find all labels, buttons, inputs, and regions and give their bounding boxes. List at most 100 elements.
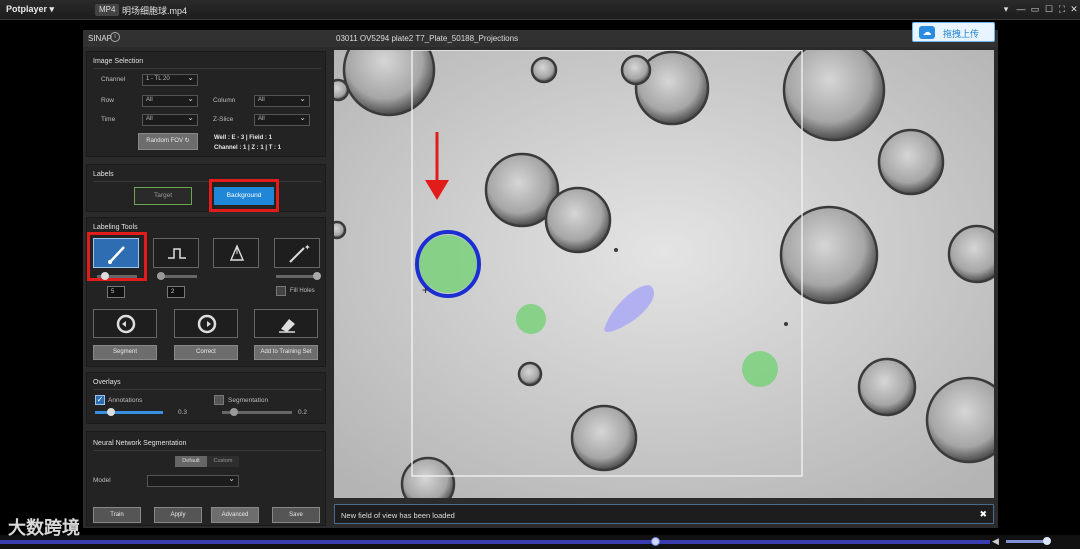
eraser-icon <box>279 319 295 333</box>
train-button[interactable]: Train <box>93 507 141 523</box>
player-file-name: 明场细胞球.mp4 <box>122 6 188 16</box>
add-to-training-button[interactable]: Add to Training Set <box>254 345 318 360</box>
segmentation-knob[interactable] <box>230 408 238 416</box>
segment-button[interactable]: Segment <box>93 345 157 360</box>
fullscreen-icon[interactable]: ⛶ <box>1056 3 1068 15</box>
volume-slider[interactable] <box>1006 540 1046 543</box>
seek-track[interactable] <box>0 540 990 544</box>
random-fov-button[interactable]: Random FOV ↻ <box>138 133 198 150</box>
magic-wand-button[interactable]: ✦ <box>274 238 320 268</box>
annotations-knob[interactable] <box>107 408 115 416</box>
player-title-bar: Potplayer ▾ MP4 明场细胞球.mp4 ▾ — ▭ ☐ ⛶ ✕ <box>0 0 1080 20</box>
wand-knob[interactable] <box>313 272 321 280</box>
info-icon[interactable]: i <box>110 32 120 42</box>
app-title-bar: SINAP i 03011 OV5294 plate2 T7_Plate_501… <box>83 30 998 47</box>
nn-panel: Neural Network Segmentation Default Cust… <box>86 431 326 526</box>
segmentation-checkbox[interactable] <box>214 395 224 405</box>
seek-knob[interactable] <box>651 537 660 546</box>
status-bar: New field of view has been loaded ✖ <box>334 504 994 524</box>
upload-label: 拖拽上传 <box>943 29 980 39</box>
annotations-label: Annotations <box>108 397 143 404</box>
fill-holes-checkbox[interactable] <box>276 286 286 296</box>
model-label: Model <box>93 477 111 484</box>
app-name: SINAP <box>88 34 113 43</box>
step-signal-icon <box>168 248 186 259</box>
save-button[interactable]: Save <box>272 507 320 523</box>
cloud-icon: ☁ <box>919 26 935 39</box>
microscopy-image[interactable]: + <box>334 50 994 498</box>
overlays-panel: Overlays ✓ Annotations 0.3 Segmentation … <box>86 372 326 424</box>
polygon-tool-button[interactable] <box>213 238 259 268</box>
background-button[interactable]: Background <box>214 187 274 205</box>
panel-title: Neural Network Segmentation <box>93 440 187 447</box>
panel-title: Labels <box>93 171 114 178</box>
upload-button[interactable]: ☁ 拖拽上传 <box>912 22 995 42</box>
eraser-button[interactable] <box>254 309 318 338</box>
brush-size-knob[interactable] <box>101 272 109 280</box>
apply-button[interactable]: Apply <box>154 507 202 523</box>
tab-custom[interactable]: Custom <box>207 456 239 467</box>
row-select[interactable]: All <box>142 94 198 107</box>
tab-default[interactable]: Default <box>175 456 207 467</box>
erase-size-knob[interactable] <box>157 272 165 280</box>
maximize-icon[interactable]: ☐ <box>1043 3 1055 15</box>
fill-holes-label: Fill Holes <box>290 288 315 294</box>
panel-title: Image Selection <box>93 58 144 65</box>
labels-panel: Labels Target Background <box>86 164 326 212</box>
player-seekbar[interactable]: ◀ <box>0 535 1080 549</box>
column-select[interactable]: All <box>254 94 310 107</box>
brush-size-input[interactable]: 5 <box>107 286 125 298</box>
undo-icon <box>116 314 136 334</box>
advanced-button[interactable]: Advanced <box>211 507 259 523</box>
erase-size-input[interactable]: 2 <box>167 286 185 298</box>
labeling-tools-panel: Labeling Tools ✦ 5 2 Fill Holes Segment … <box>86 217 326 367</box>
divider <box>93 181 321 182</box>
svg-text:+: + <box>422 283 429 297</box>
redo-icon <box>197 314 217 334</box>
redo-button[interactable] <box>174 309 238 338</box>
random-fov-label: Random FOV <box>146 138 183 144</box>
wand-slider[interactable] <box>276 275 316 278</box>
column-label: Column <box>213 97 236 104</box>
channel-select[interactable]: 1 - TL 20 <box>142 73 198 86</box>
channel-info: Channel : 1 | Z : 1 | T : 1 <box>214 145 282 151</box>
undo-button[interactable] <box>93 309 157 338</box>
panel-title: Overlays <box>93 379 121 386</box>
minimize-icon[interactable]: — <box>1015 3 1027 15</box>
magic-wand-icon: ✦ <box>289 243 311 263</box>
brush-tool-button[interactable] <box>93 238 139 268</box>
image-viewer[interactable]: + <box>334 50 994 498</box>
compact-icon[interactable]: ▭ <box>1029 3 1041 15</box>
target-button[interactable]: Target <box>134 187 192 205</box>
watermark: 大数跨境 <box>8 518 80 538</box>
player-menu-button[interactable]: Potplayer ▾ <box>6 4 54 15</box>
segmentation-label: Segmentation <box>228 397 269 404</box>
threshold-tool-button[interactable] <box>153 238 199 268</box>
refresh-icon: ↻ <box>184 138 190 144</box>
status-message: New field of view has been loaded <box>341 511 455 520</box>
channel-label: Channel <box>101 76 126 83</box>
zslice-label: Z-Slice <box>213 116 234 123</box>
time-select[interactable]: All <box>142 113 198 126</box>
speaker-icon[interactable]: ◀ <box>992 536 999 547</box>
image-selection-panel: Image Selection Channel 1 - TL 20 Row Al… <box>86 51 326 157</box>
divider <box>93 450 321 451</box>
image-file-title: 03011 OV5294 plate2 T7_Plate_50188_Proje… <box>336 34 519 43</box>
svg-text:✦: ✦ <box>304 243 311 252</box>
annotations-value: 0.3 <box>178 409 188 416</box>
divider <box>93 389 321 390</box>
zslice-select[interactable]: All <box>254 113 310 126</box>
time-label: Time <box>101 116 116 123</box>
correct-button[interactable]: Correct <box>174 345 238 360</box>
divider <box>93 68 321 69</box>
annotations-checkbox[interactable]: ✓ <box>95 395 105 405</box>
close-icon[interactable]: ✕ <box>1068 3 1080 15</box>
pin-icon[interactable]: ▾ <box>1000 3 1012 15</box>
volume-knob[interactable] <box>1043 537 1051 545</box>
close-status-icon[interactable]: ✖ <box>979 509 987 520</box>
model-select[interactable] <box>147 474 239 487</box>
pen-nib-icon <box>229 244 245 261</box>
panel-title: Labeling Tools <box>93 224 138 231</box>
brush-icon <box>108 246 125 264</box>
annotations-slider[interactable] <box>95 411 163 414</box>
